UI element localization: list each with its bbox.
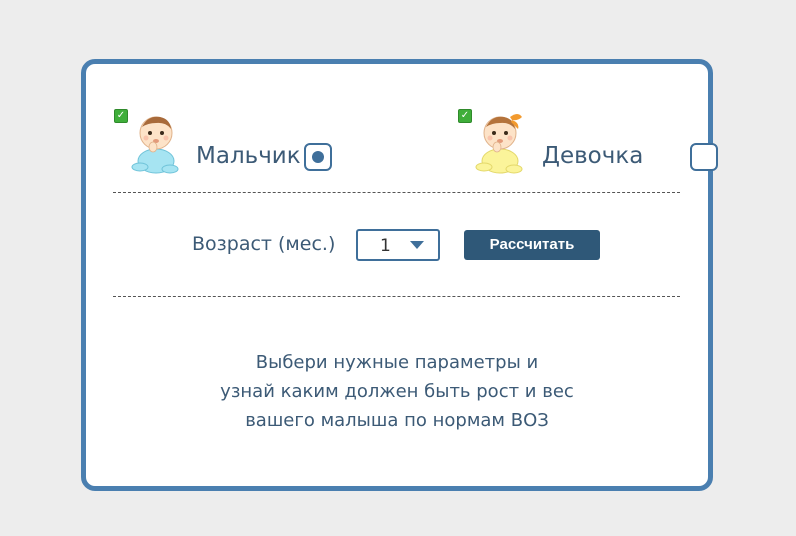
chevron-down-icon (410, 241, 424, 249)
gender-girl-label: Девочка (542, 143, 644, 169)
info-text-line: узнай каким должен быть рост и вес (220, 381, 574, 402)
age-select[interactable]: 1 (356, 229, 440, 261)
age-label: Возраст (мес.) (192, 233, 336, 255)
gender-boy-radio[interactable] (304, 143, 332, 171)
calculate-button[interactable]: Рассчитать (464, 230, 600, 260)
age-select-value: 1 (380, 236, 391, 256)
calculator-card: ✓ Мальчик ✓ Девочка Возраст (мес.) 1 Рас… (81, 59, 718, 491)
age-row: Возраст (мес.) 1 Рассчитать (86, 229, 708, 265)
divider (113, 192, 680, 193)
gender-boy-label: Мальчик (196, 143, 301, 169)
radio-selected-dot (312, 151, 324, 163)
gender-girl-radio[interactable] (690, 143, 718, 171)
info-text: Выбери нужные параметры и узнай каким до… (86, 348, 708, 435)
gender-selector: ✓ Мальчик ✓ Девочка (86, 109, 718, 189)
divider (113, 296, 680, 297)
baby-girl-icon (475, 114, 523, 174)
info-text-line: Выбери нужные параметры и (255, 352, 539, 373)
info-text-line: вашего малыша по нормам ВОЗ (245, 410, 549, 431)
baby-boy-icon (131, 116, 179, 174)
